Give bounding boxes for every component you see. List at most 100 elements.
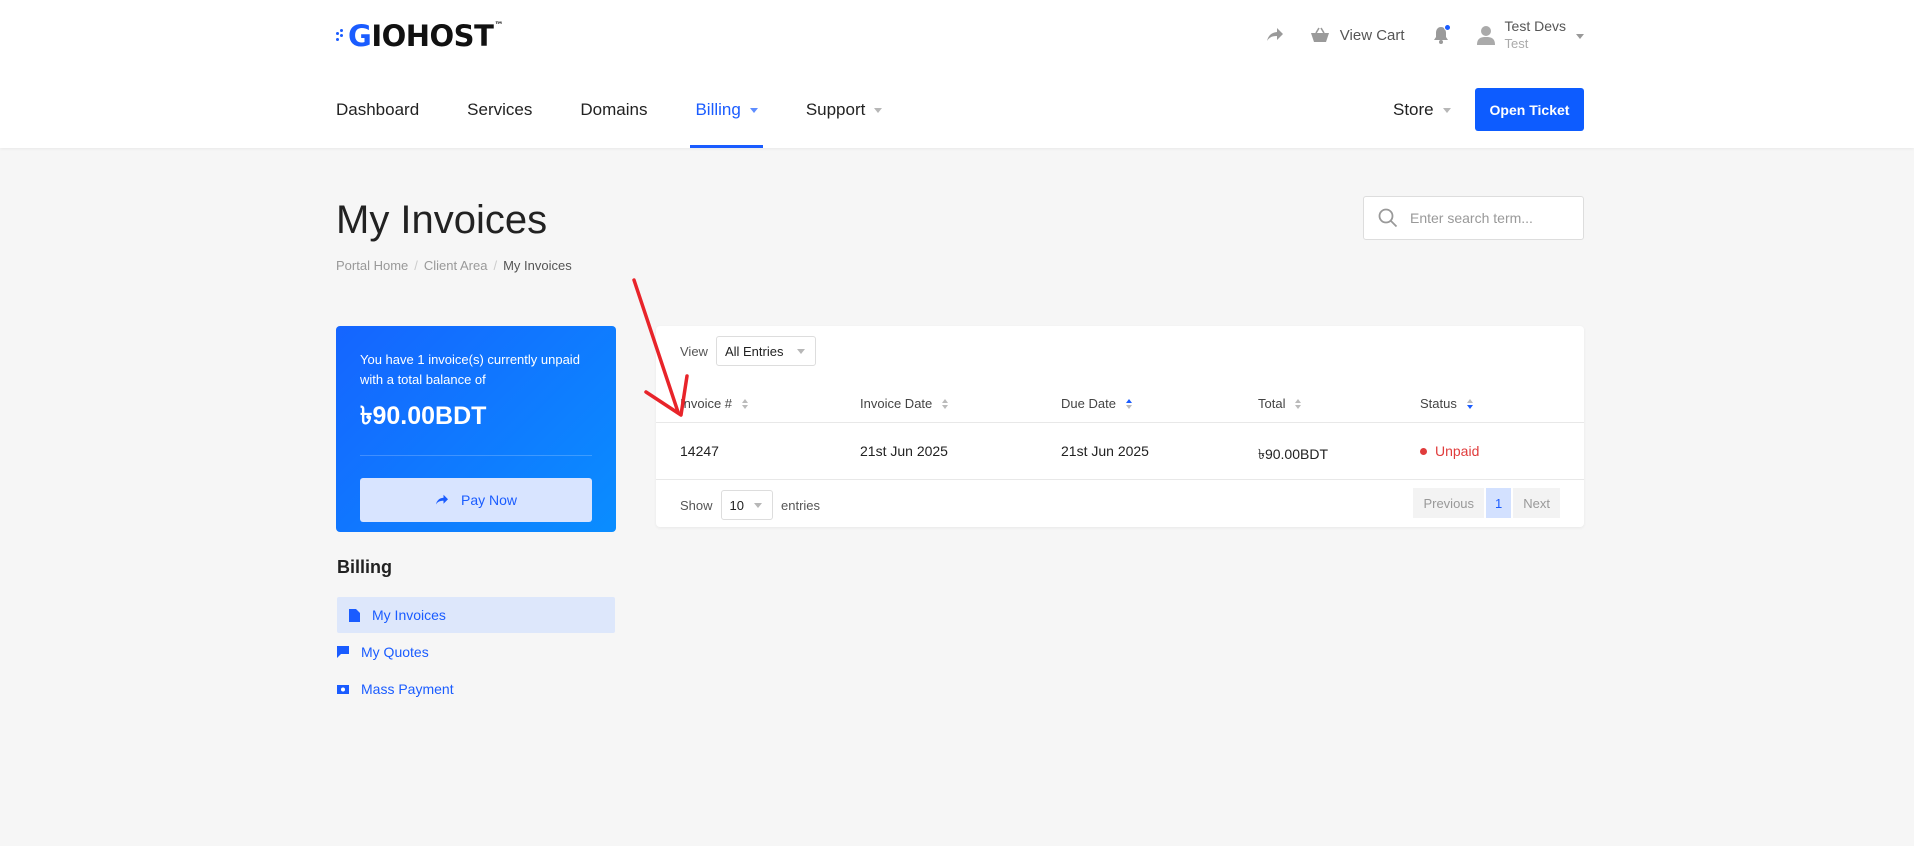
logo-letter: G (348, 19, 372, 53)
sort-icon (1295, 398, 1302, 409)
column-label: Invoice # (680, 396, 733, 411)
nav-billing-label: Billing (695, 100, 741, 119)
sidebar-item-my-invoices[interactable]: My Invoices (337, 597, 615, 633)
nav-support-label: Support (805, 100, 866, 119)
search-input[interactable] (1410, 210, 1570, 226)
pay-now-label: Pay Now (460, 492, 518, 508)
view-cart-label: View Cart (1339, 26, 1405, 44)
column-label: Due Date (1061, 396, 1116, 411)
view-cart-link[interactable]: View Cart (1310, 27, 1405, 44)
nav-domains[interactable]: Domains (580, 92, 647, 128)
chevron-down-icon (749, 107, 758, 113)
notifications-bell-icon[interactable] (1433, 24, 1451, 44)
column-header-invoice[interactable]: Invoice # (680, 396, 749, 411)
main-nav: Dashboard Services Domains Billing Suppo… (336, 92, 930, 148)
sort-descending-icon (1466, 398, 1473, 409)
status-badge: Unpaid (1420, 443, 1479, 459)
basket-icon (1310, 27, 1329, 42)
money-bill-icon (337, 684, 349, 694)
breadcrumb-separator: / (414, 258, 418, 273)
sidebar-menu: My Invoices My Quotes Mass Payment (337, 597, 615, 708)
nav-domains-label: Domains (580, 100, 648, 119)
nav-store[interactable]: Store (1393, 92, 1451, 128)
logo-trademark: ™ (494, 21, 503, 31)
column-header-total[interactable]: Total (1258, 396, 1302, 411)
pay-now-button[interactable]: Pay Now (360, 478, 592, 522)
column-label: Invoice Date (860, 396, 933, 411)
nav-store-label: Store (1393, 100, 1434, 119)
notification-dot (1443, 24, 1451, 31)
nav-services-label: Services (467, 100, 533, 119)
breadcrumb-portal-home[interactable]: Portal Home (336, 258, 408, 273)
document-icon (349, 608, 360, 622)
invoice-number: 14247 (680, 443, 719, 459)
status-dot (1420, 447, 1427, 455)
sidebar-item-mass-payment[interactable]: Mass Payment (337, 671, 615, 707)
balance-message: You have 1 invoice(s) currently unpaid w… (360, 352, 580, 387)
page-title: My Invoices (336, 198, 548, 242)
giohost-logo[interactable]: G IOHOST ™ (336, 18, 503, 54)
search-box[interactable] (1363, 196, 1584, 240)
sidebar-item-label: Mass Payment (361, 681, 454, 697)
table-header: Invoice # Invoice Date Due Date Total St… (656, 382, 1584, 423)
share-icon[interactable] (1266, 27, 1284, 43)
sidebar-item-label: My Invoices (372, 607, 446, 623)
breadcrumb: Portal Home / Client Area / My Invoices (336, 258, 572, 273)
pagination-previous[interactable]: Previous (1413, 488, 1485, 518)
chevron-down-icon (1576, 33, 1584, 39)
sidebar-item-label: My Quotes (361, 644, 429, 660)
view-select-value: All Entries (724, 343, 784, 359)
chevron-down-icon (754, 502, 762, 508)
view-select[interactable]: All Entries (715, 336, 817, 366)
user-name: Test Devs (1504, 18, 1566, 34)
entries-label: entries (781, 497, 821, 513)
nav-services[interactable]: Services (467, 92, 532, 128)
sidebar-item-my-quotes[interactable]: My Quotes (337, 634, 615, 670)
nav-billing[interactable]: Billing (690, 92, 764, 148)
divider (360, 455, 592, 456)
chevron-down-icon (1442, 107, 1451, 113)
user-text: Test Devs Test (1505, 18, 1566, 52)
sort-ascending-icon (1125, 398, 1132, 409)
share-arrow-icon (435, 494, 448, 505)
sidebar-title: Billing (337, 557, 392, 577)
nav-dashboard[interactable]: Dashboard (336, 92, 419, 128)
view-label: View (680, 343, 708, 359)
column-header-due-date[interactable]: Due Date (1061, 396, 1132, 411)
column-label: Total (1258, 396, 1286, 411)
nav-dashboard-label: Dashboard (336, 100, 420, 119)
logo-text: IOHOST (371, 19, 494, 53)
site-header: G IOHOST ™ View Cart Test Devs Test Dashbo… (0, 0, 1914, 148)
search-icon (1378, 208, 1398, 228)
pagination: Previous 1 Next (1411, 488, 1560, 518)
unpaid-balance-card: You have 1 invoice(s) currently unpaid w… (336, 326, 616, 532)
top-utility-bar: View Cart Test Devs Test (1266, 18, 1584, 52)
chevron-down-icon (797, 348, 806, 354)
nav-support[interactable]: Support (806, 92, 883, 128)
open-ticket-button[interactable]: Open Ticket (1475, 88, 1584, 131)
breadcrumb-separator: / (493, 258, 498, 273)
due-date: 21st Jun 2025 (1061, 443, 1149, 459)
view-filter: View All Entries (680, 336, 817, 366)
logo-dots-icon (336, 29, 346, 43)
page-length-value: 10 (729, 497, 744, 513)
balance-amount: ৳90.00BDT (360, 402, 487, 430)
column-header-status[interactable]: Status (1420, 396, 1473, 411)
show-label: Show (680, 497, 713, 513)
table-row[interactable]: 14247 21st Jun 2025 21st Jun 2025 ৳90.00… (656, 423, 1584, 480)
sort-icon (742, 398, 749, 409)
user-menu[interactable]: Test Devs Test (1476, 18, 1584, 52)
invoices-table-card: View All Entries Invoice # Invoice Date … (656, 326, 1584, 527)
status-label: Unpaid (1435, 443, 1480, 459)
pagination-next[interactable]: Next (1513, 488, 1560, 518)
chevron-down-icon (874, 107, 883, 113)
column-label: Status (1420, 396, 1457, 411)
user-avatar-icon (1476, 26, 1495, 45)
breadcrumb-current: My Invoices (503, 258, 572, 273)
column-header-invoice-date[interactable]: Invoice Date (860, 396, 949, 411)
breadcrumb-client-area[interactable]: Client Area (424, 258, 488, 273)
comment-icon (337, 646, 349, 658)
page-length-select[interactable]: 10 (720, 490, 773, 520)
pagination-page[interactable]: 1 (1486, 488, 1512, 518)
page-length-control: Show 10 entries (680, 490, 820, 520)
